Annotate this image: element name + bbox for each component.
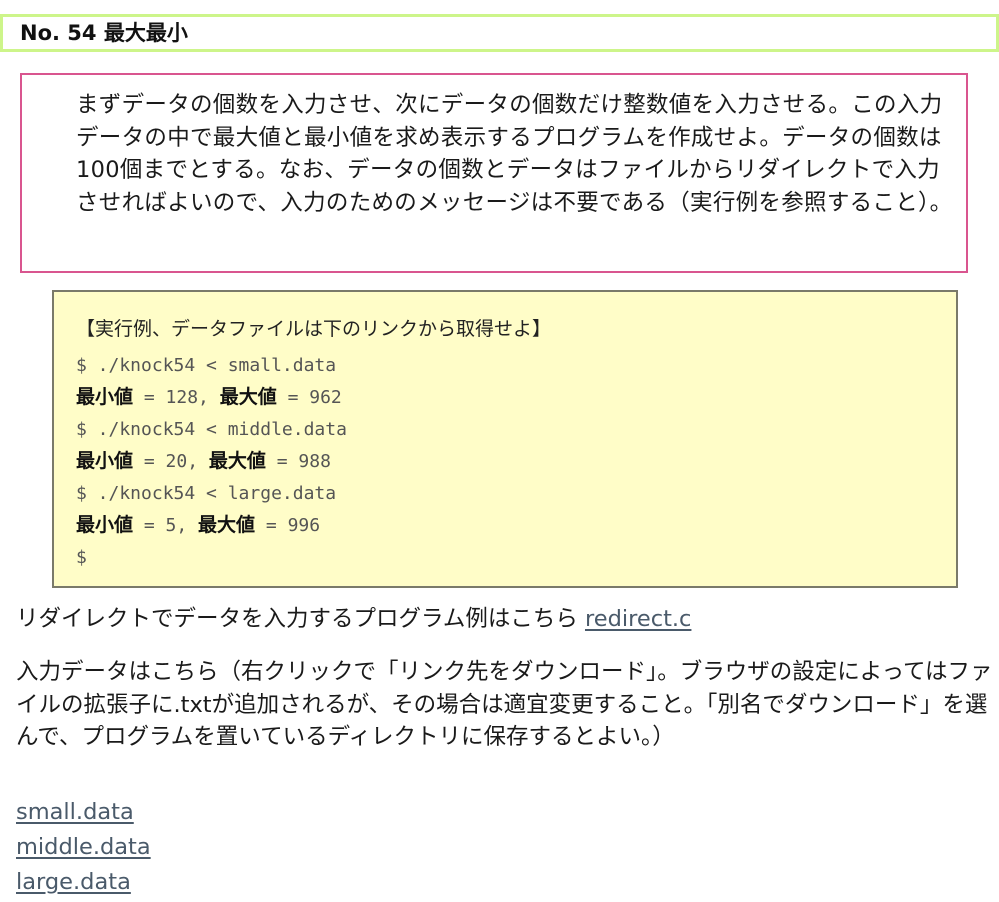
small-data-link[interactable]: small.data — [16, 795, 151, 830]
middle-data-link[interactable]: middle.data — [16, 830, 151, 865]
shell-prompt: $ — [76, 547, 87, 568]
command-text: $ ./knock54 < middle.data — [76, 419, 347, 440]
max-value: = 988 — [265, 451, 331, 472]
command-line: $ ./knock54 < large.data — [76, 477, 347, 509]
min-label: 最小値 — [76, 386, 134, 408]
prompt-line: $ — [76, 541, 347, 573]
max-label: 最大値 — [198, 514, 256, 536]
min-label: 最小値 — [76, 514, 134, 536]
redirect-c-link[interactable]: redirect.c — [585, 606, 691, 632]
min-value: = 5, — [133, 515, 199, 536]
redirect-note: リダイレクトでデータを入力するプログラム例はこちら redirect.c — [16, 603, 996, 636]
large-data-link[interactable]: large.data — [16, 865, 151, 900]
result-line: 最小値 = 5, 最大値 = 996 — [76, 509, 347, 541]
min-value: = 128, — [133, 387, 220, 408]
title-box: No. 54 最大最小 — [0, 14, 999, 52]
result-line: 最小値 = 128, 最大値 = 962 — [76, 381, 347, 413]
command-line: $ ./knock54 < small.data — [76, 349, 347, 381]
command-line: $ ./knock54 < middle.data — [76, 413, 347, 445]
result-line: 最小値 = 20, 最大値 = 988 — [76, 445, 347, 477]
max-label: 最大値 — [219, 386, 277, 408]
data-file-links: small.data middle.data large.data — [16, 795, 151, 900]
command-text: $ ./knock54 < small.data — [76, 355, 337, 376]
example-heading: 【実行例、データファイルは下のリンクから取得せよ】 — [76, 318, 552, 340]
input-data-note: 入力データはこちら（右クリックで「リンク先をダウンロード」。ブラウザの設定によっ… — [16, 659, 993, 750]
page-title: No. 54 最大最小 — [20, 21, 188, 45]
redirect-note-text: リダイレクトでデータを入力するプログラム例はこちら — [16, 606, 585, 632]
max-value: = 996 — [255, 515, 321, 536]
min-value: = 20, — [133, 451, 209, 472]
min-label: 最小値 — [76, 450, 134, 472]
execution-example-box: 【実行例、データファイルは下のリンクから取得せよ】 $ ./knock54 < … — [52, 290, 958, 588]
example-terminal: $ ./knock54 < small.data 最小値 = 128, 最大値 … — [76, 349, 347, 573]
max-value: = 962 — [276, 387, 342, 408]
problem-statement: まずデータの個数を入力させ、次にデータの個数だけ整数値を入力させる。この入力デー… — [76, 92, 953, 216]
command-text: $ ./knock54 < large.data — [76, 483, 337, 504]
problem-statement-box: まずデータの個数を入力させ、次にデータの個数だけ整数値を入力させる。この入力デー… — [20, 73, 968, 273]
max-label: 最大値 — [208, 450, 266, 472]
